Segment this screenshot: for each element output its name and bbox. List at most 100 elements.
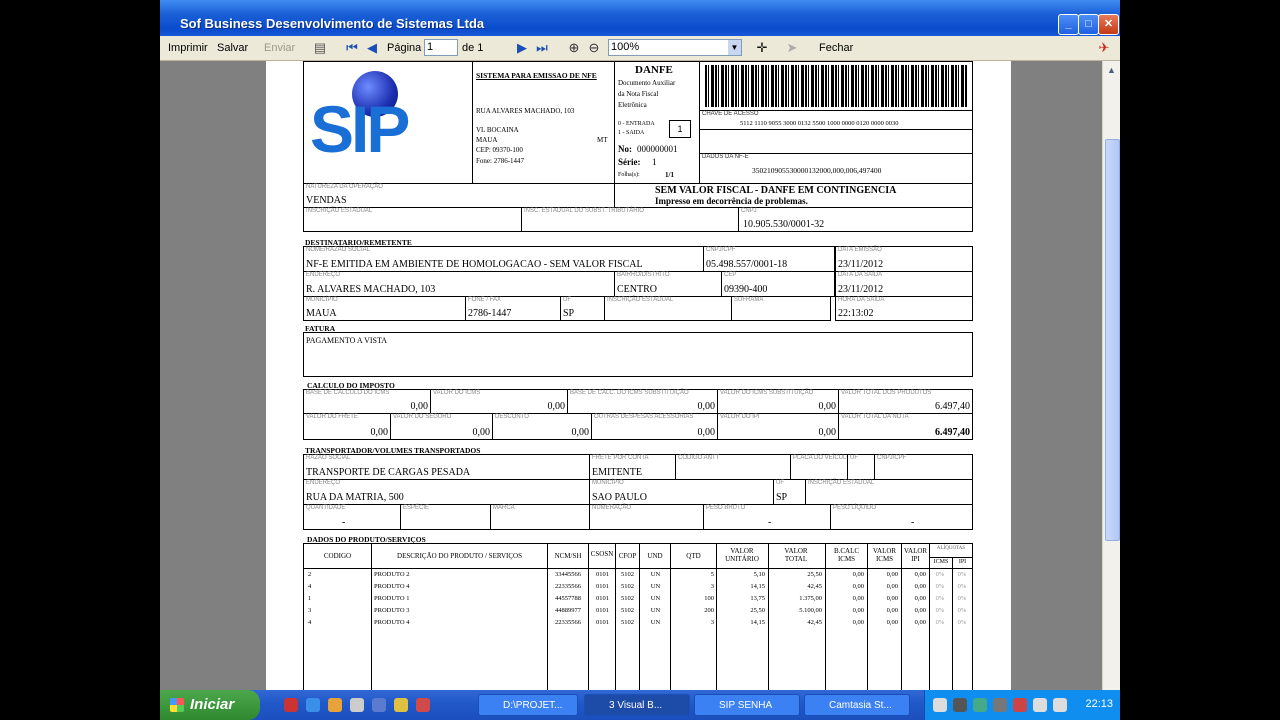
quicklaunch-icon-7[interactable] (416, 698, 430, 712)
product-cell: 0,00 (886, 595, 898, 602)
pointer-icon[interactable]: ➤ (784, 40, 800, 56)
send-button[interactable]: Enviar (264, 42, 295, 54)
recipient-city-label: MUNICÍPIO (306, 297, 338, 303)
carrier-cnpj-box: CNPJ/CPF (874, 454, 973, 480)
page-number-input[interactable]: 1 (424, 39, 458, 56)
zoom-out-icon[interactable]: ⊖ (586, 40, 602, 56)
tax-discount: 0,00 (571, 427, 590, 438)
tax-icms-st-box: VALOR DO ICMS SUBSTITUIÇÃO 0,00 (717, 389, 839, 414)
carrier-uf2-label: UF (776, 480, 784, 486)
network-icon[interactable] (1053, 698, 1067, 712)
tray-icon-4[interactable] (1013, 698, 1027, 712)
product-cell: UN (650, 607, 661, 614)
product-cell: 0% (935, 607, 945, 614)
emitter-city: MAUA (476, 136, 498, 144)
emission-date-box: DATA EMISSÃO 23/11/2012 (835, 246, 973, 272)
minimize-button[interactable]: _ (1058, 14, 1079, 35)
suframa-label: SUFRAMA (734, 297, 764, 303)
carrier-name-box: RAZÃO SOCIAL TRANSPORTE DE CARGAS PESADA (303, 454, 590, 480)
tax-products-total-label: VALOR TOTAL DOS PRODUTOS (841, 390, 932, 396)
col-total-value: VALOR TOTAL (784, 547, 808, 563)
task-camtasia[interactable]: Camtasia St... (804, 694, 910, 716)
quicklaunch-icon-5[interactable] (372, 698, 386, 712)
product-cell: 0101 (596, 607, 609, 614)
carrier-address: RUA DA MATRIA, 500 (306, 492, 404, 503)
product-cell: 0% (935, 583, 945, 590)
task-visual-basic[interactable]: 3 Visual B... (584, 694, 690, 716)
next-page-icon[interactable]: ▶ (514, 40, 530, 56)
recipient-cnpj-label: CNPJ/CPF (706, 247, 736, 253)
danfe-title: DANFE (635, 64, 673, 76)
tax-icms-st-base-label: BASE DE CÁLC. DO ICMS SUBSTITUIÇÃO (570, 390, 689, 396)
printer-icon[interactable]: ▤ (312, 40, 328, 56)
product-cell: 5.100,00 (799, 607, 822, 614)
tray-icon-1[interactable] (953, 698, 967, 712)
product-cell: PRODUTO 3 (374, 607, 410, 614)
first-page-icon[interactable]: ⏮ (344, 40, 360, 56)
product-cell: 1.375,00 (799, 595, 822, 602)
quantity-box: QUANTIDADE - (303, 504, 401, 530)
product-cell: 0,00 (852, 607, 864, 614)
recipient-city-box: MUNICÍPIO MAUA (303, 296, 466, 321)
save-button[interactable]: Salvar (217, 42, 248, 54)
recipient-uf: SP (563, 308, 575, 319)
zoom-in-icon[interactable]: ⊕ (566, 40, 582, 56)
col-icms-value: VALOR ICMS (872, 547, 897, 563)
quicklaunch-icon-1[interactable] (284, 698, 298, 712)
tray-icon-2[interactable] (973, 698, 987, 712)
task-sip-senha[interactable]: SIP SENHA (694, 694, 800, 716)
product-cell: 44889977 (555, 607, 581, 614)
product-cell: 0,00 (886, 619, 898, 626)
product-cell: 100 (704, 595, 714, 602)
vertical-scrollbar[interactable]: ▲ (1102, 61, 1120, 690)
volume-icon[interactable] (1033, 698, 1047, 712)
ie-st-box: INSC. ESTADUAL DO SUBST. TRIBUTÁRIO (521, 207, 739, 232)
help-icon[interactable] (933, 698, 947, 712)
nfe-data-box: Dados da NF-e 350210905530000132000,000,… (699, 153, 973, 184)
tax-insurance: 0,00 (472, 427, 491, 438)
gross-weight-label: PESO BRUTO (706, 505, 746, 511)
taskbar: Iniciar D:\PROJET... 3 Visual B... SIP S… (160, 690, 1120, 720)
cnpj-box: CNPJ 10.905.530/0001-32 (738, 207, 973, 232)
col-unit: UND (647, 552, 663, 560)
chrome-icon[interactable] (350, 698, 364, 712)
nature-box: NATUREZA DA OPERAÇÃO VENDAS (303, 183, 615, 208)
print-button[interactable]: Imprimir (168, 42, 208, 54)
close-button[interactable]: ✕ (1098, 14, 1119, 35)
tax-ipi-box: VALOR DO IPI 0,00 (717, 413, 839, 440)
start-button[interactable]: Iniciar (160, 690, 260, 720)
tax-icms-st-base-box: BASE DE CÁLC. DO ICMS SUBSTITUIÇÃO 0,00 (567, 389, 718, 414)
carrier-uf-label: UF (850, 455, 858, 461)
chevron-down-icon[interactable]: ▼ (728, 40, 741, 55)
browser-icon[interactable] (306, 698, 320, 712)
previous-page-icon[interactable]: ◀ (364, 40, 380, 56)
scrollbar-thumb[interactable] (1105, 139, 1120, 541)
close-report-button[interactable]: Fechar (819, 42, 853, 54)
tray-icon-3[interactable] (993, 698, 1007, 712)
species-box: ESPÉCIE (400, 504, 491, 530)
report-page: SIP SISTEMA PARA EMISSAO DE NFE RUA ALVA… (266, 61, 1011, 693)
maximize-button[interactable]: □ (1078, 14, 1099, 35)
last-page-icon[interactable]: ⏭ (534, 40, 550, 56)
zoom-select[interactable]: 100% ▼ (608, 39, 742, 56)
antt-label: CÓDIGO ANTT (678, 455, 720, 461)
col-ipi-value: VALOR IPI (903, 547, 928, 563)
firefox-icon[interactable] (328, 698, 342, 712)
carrier-city-label: MUNICÍPIO (592, 480, 624, 486)
exit-date-label: DATA DA SAÍDA (838, 272, 883, 278)
fit-page-icon[interactable]: ✛ (754, 40, 770, 56)
scroll-up-icon[interactable]: ▲ (1105, 63, 1118, 77)
page-total-label: de 1 (462, 42, 484, 54)
quicklaunch-icon-6[interactable] (394, 698, 408, 712)
emitter-cep: CEP: 09370-100 (476, 146, 523, 154)
col-unit-value: VALOR UNITÁRIO (725, 547, 759, 563)
product-cell: 0,00 (914, 583, 926, 590)
product-cell: 200 (704, 607, 714, 614)
suframa-box: SUFRAMA (731, 296, 831, 321)
net-weight: - (911, 517, 915, 528)
task-folder[interactable]: D:\PROJET... (478, 694, 578, 716)
gross-weight-box: PESO BRUTO - (703, 504, 831, 530)
product-cell: 0% (935, 571, 945, 578)
contingency-box: SEM VALOR FISCAL - DANFE EM CONTINGENCIA… (614, 183, 973, 208)
col-rate-ipi: IPI (958, 559, 967, 565)
